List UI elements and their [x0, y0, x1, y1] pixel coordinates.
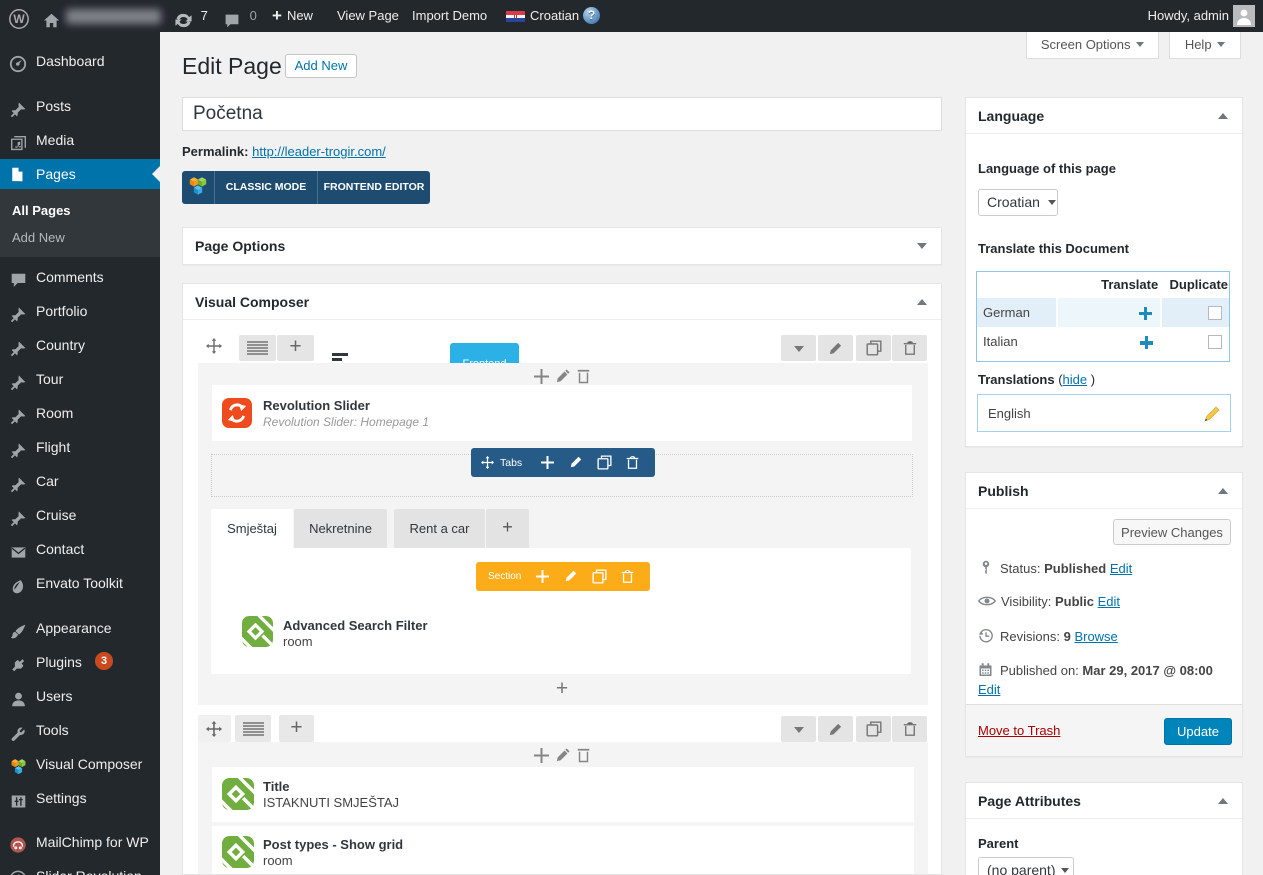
svg-text:W: W [13, 12, 25, 26]
